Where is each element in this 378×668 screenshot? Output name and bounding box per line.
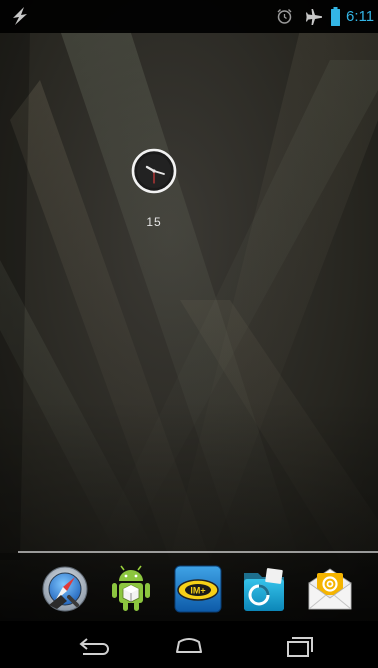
clock-date-label: 15 bbox=[146, 215, 162, 229]
analog-clock-widget[interactable]: 15 bbox=[128, 145, 180, 237]
airplane-mode-icon bbox=[306, 9, 322, 25]
home-button[interactable] bbox=[149, 621, 229, 668]
battery-icon bbox=[331, 7, 340, 26]
dock-app-im-plus[interactable]: IM+ bbox=[174, 565, 222, 613]
status-bar: 6:11 bbox=[0, 0, 378, 33]
flash-bolt-icon bbox=[13, 7, 27, 25]
analog-clock-icon bbox=[131, 148, 177, 194]
dock-app-safari[interactable] bbox=[41, 565, 89, 613]
dock: IM+ bbox=[0, 553, 378, 621]
recent-apps-button[interactable] bbox=[260, 621, 340, 668]
safari-compass-app-icon bbox=[42, 566, 88, 612]
android-package-app-icon bbox=[112, 565, 150, 611]
alarm-clock-icon bbox=[277, 9, 292, 24]
back-icon bbox=[79, 638, 109, 655]
status-time: 6:11 bbox=[346, 8, 375, 25]
home-icon bbox=[176, 638, 202, 653]
home-screen: 6:11 15 IM+ bbox=[0, 0, 378, 668]
svg-text:IM+: IM+ bbox=[190, 586, 205, 596]
dock-app-file-manager[interactable] bbox=[240, 565, 288, 613]
recent-apps-icon bbox=[287, 637, 313, 657]
dock-app-email[interactable] bbox=[306, 565, 354, 613]
navigation-bar bbox=[0, 621, 378, 668]
file-manager-app-icon bbox=[244, 568, 284, 611]
dock-app-android-package[interactable] bbox=[107, 565, 155, 613]
email-app-icon bbox=[308, 568, 352, 610]
im-plus-app-icon: IM+ bbox=[174, 565, 222, 613]
back-button[interactable] bbox=[55, 621, 135, 668]
